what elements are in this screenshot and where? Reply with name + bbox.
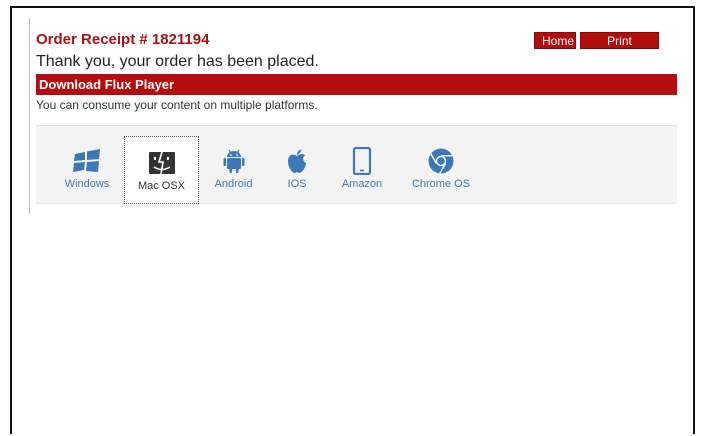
windows-icon xyxy=(73,149,100,172)
print-receipt-button[interactable]: Print Receipt xyxy=(580,32,659,65)
tab-label: Amazon xyxy=(341,178,383,190)
tab-label: Chrome OS xyxy=(411,178,471,190)
android-icon xyxy=(223,149,244,173)
chrome-icon xyxy=(428,148,454,174)
tab-label: Mac OSX xyxy=(137,180,186,192)
download-banner: Download Flux Player xyxy=(36,74,677,95)
platform-tabs-panel: Windows Mac OSX Android IOS Amazon Chrom… xyxy=(36,125,677,204)
tablet-icon xyxy=(352,147,372,175)
content-divider xyxy=(29,18,30,214)
tab-label: Windows xyxy=(64,178,110,190)
tab-mac-osx[interactable]: Mac OSX xyxy=(124,136,199,204)
page-title: Order Receipt # 1821194 xyxy=(36,31,210,48)
home-button[interactable]: Home xyxy=(534,32,576,49)
tab-amazon[interactable]: Amazon xyxy=(337,135,387,203)
tab-chrome-os[interactable]: Chrome OS xyxy=(407,135,475,203)
tab-android[interactable]: Android xyxy=(211,135,256,203)
tab-windows[interactable]: Windows xyxy=(61,135,113,203)
finder-icon xyxy=(148,151,175,175)
platform-description: You can consume your content on multiple… xyxy=(36,98,318,112)
tab-label: Android xyxy=(214,178,253,190)
confirmation-message: Thank you, your order has been placed. xyxy=(36,53,319,70)
tab-ios[interactable]: IOS xyxy=(279,135,315,203)
apple-icon xyxy=(288,149,306,173)
tab-label: IOS xyxy=(287,178,307,190)
